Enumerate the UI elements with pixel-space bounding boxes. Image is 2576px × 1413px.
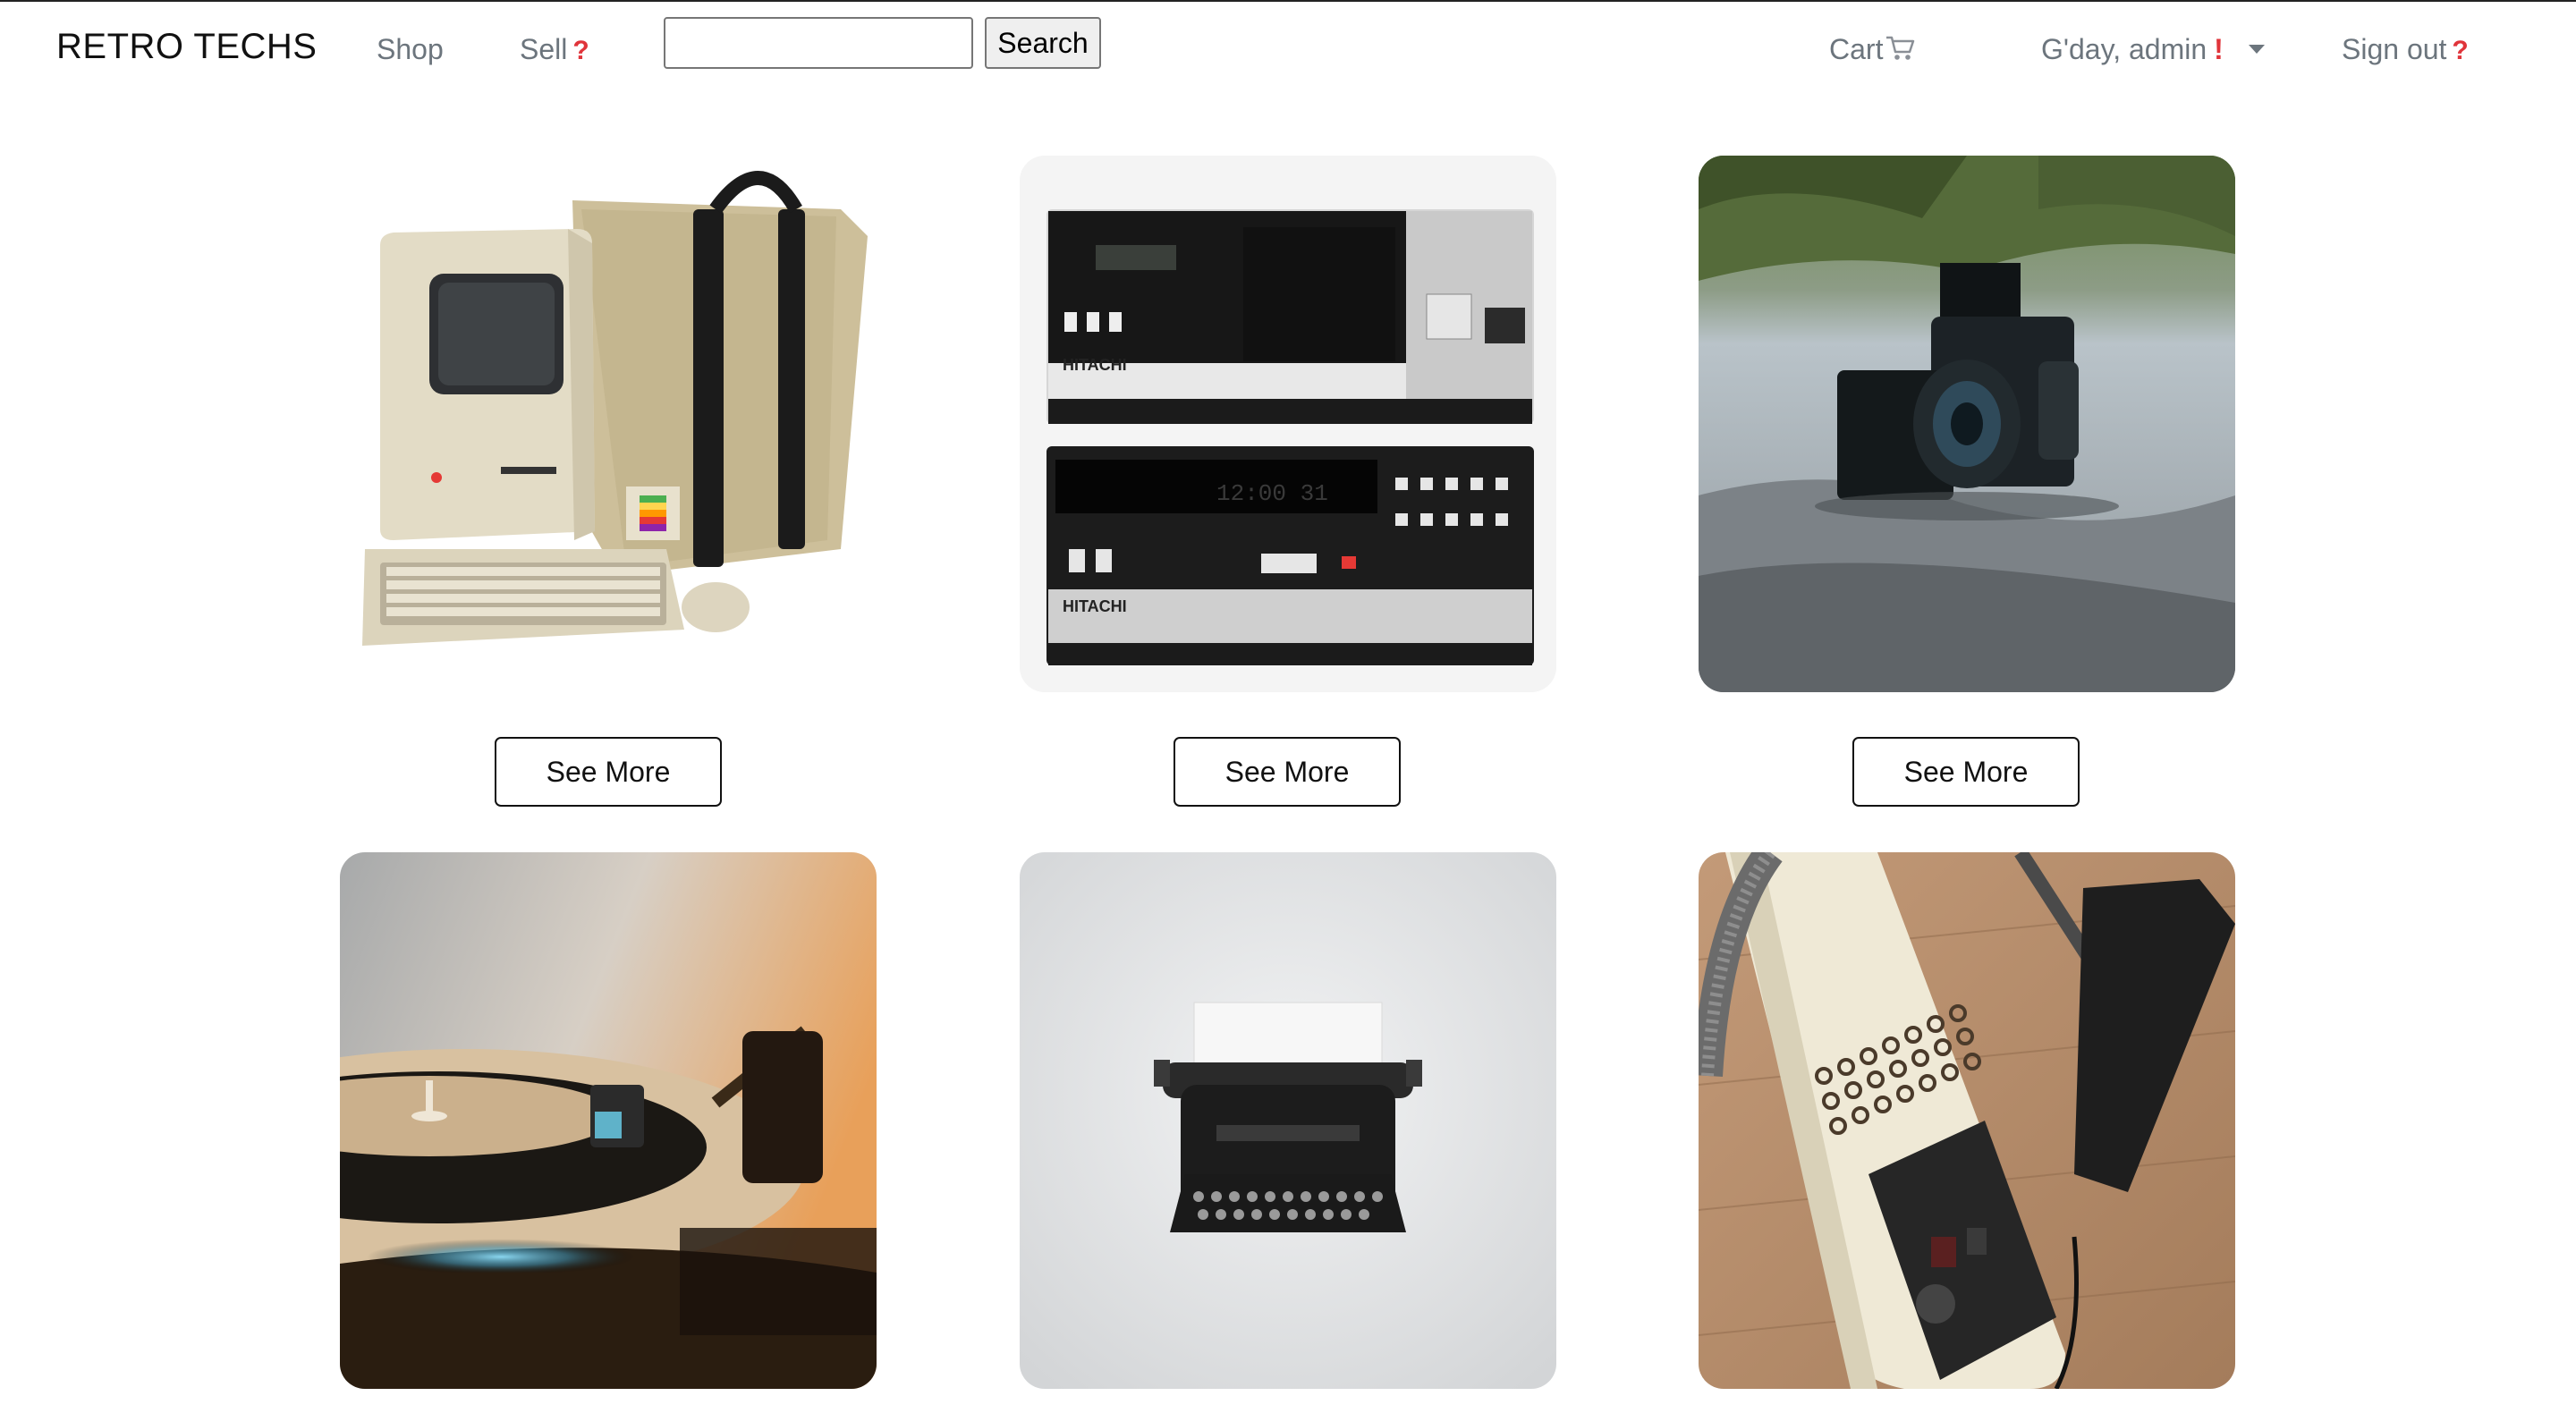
see-more-button[interactable]: See More: [1852, 737, 2080, 807]
nav-shop-label: Shop: [377, 33, 444, 65]
see-more-button[interactable]: See More: [495, 737, 722, 807]
question-mark-icon: ?: [572, 36, 589, 65]
vcr-brand-label: HITACHI: [1063, 597, 1127, 615]
search-input[interactable]: [664, 17, 973, 69]
nav-cart-link[interactable]: Cart: [1829, 33, 1917, 70]
svg-text:12:00 31: 12:00 31: [1216, 480, 1328, 507]
navbar: RETRO TECHS Shop Sell? Search Cart G'day…: [0, 2, 2576, 100]
nav-sell-link[interactable]: Sell?: [520, 33, 589, 66]
question-mark-icon: ?: [2452, 36, 2469, 65]
product-image-hitachi-vcr[interactable]: HITACHI 12:00 31 HITACHI: [1020, 156, 1556, 692]
caret-down-icon: [2248, 45, 2265, 54]
shopping-cart-icon: [1885, 34, 1917, 70]
product-image-vacuum-cleaner[interactable]: [1699, 852, 2235, 1389]
nav-cart-label: Cart: [1829, 33, 1884, 65]
nav-shop-link[interactable]: Shop: [377, 33, 444, 66]
product-image-typewriter[interactable]: [1020, 852, 1556, 1389]
product-image-record-turntable[interactable]: [340, 852, 877, 1389]
see-more-button[interactable]: See More: [1174, 737, 1401, 807]
exclamation-icon: !: [2214, 33, 2224, 65]
nav-sign-out-label: Sign out: [2342, 33, 2447, 65]
brand-logo[interactable]: RETRO TECHS: [56, 27, 317, 67]
nav-sell-label: Sell: [520, 33, 568, 65]
product-image-vintage-computer[interactable]: [340, 156, 877, 692]
search-button[interactable]: Search: [985, 17, 1101, 69]
nav-sign-out-link[interactable]: Sign out?: [2342, 33, 2469, 66]
product-image-medium-format-camera[interactable]: [1699, 156, 2235, 692]
vcr-brand-label: HITACHI: [1063, 356, 1127, 374]
user-greeting-label: G'day, admin: [2041, 33, 2207, 65]
user-dropdown-toggle[interactable]: G'day, admin!: [2041, 33, 2265, 66]
